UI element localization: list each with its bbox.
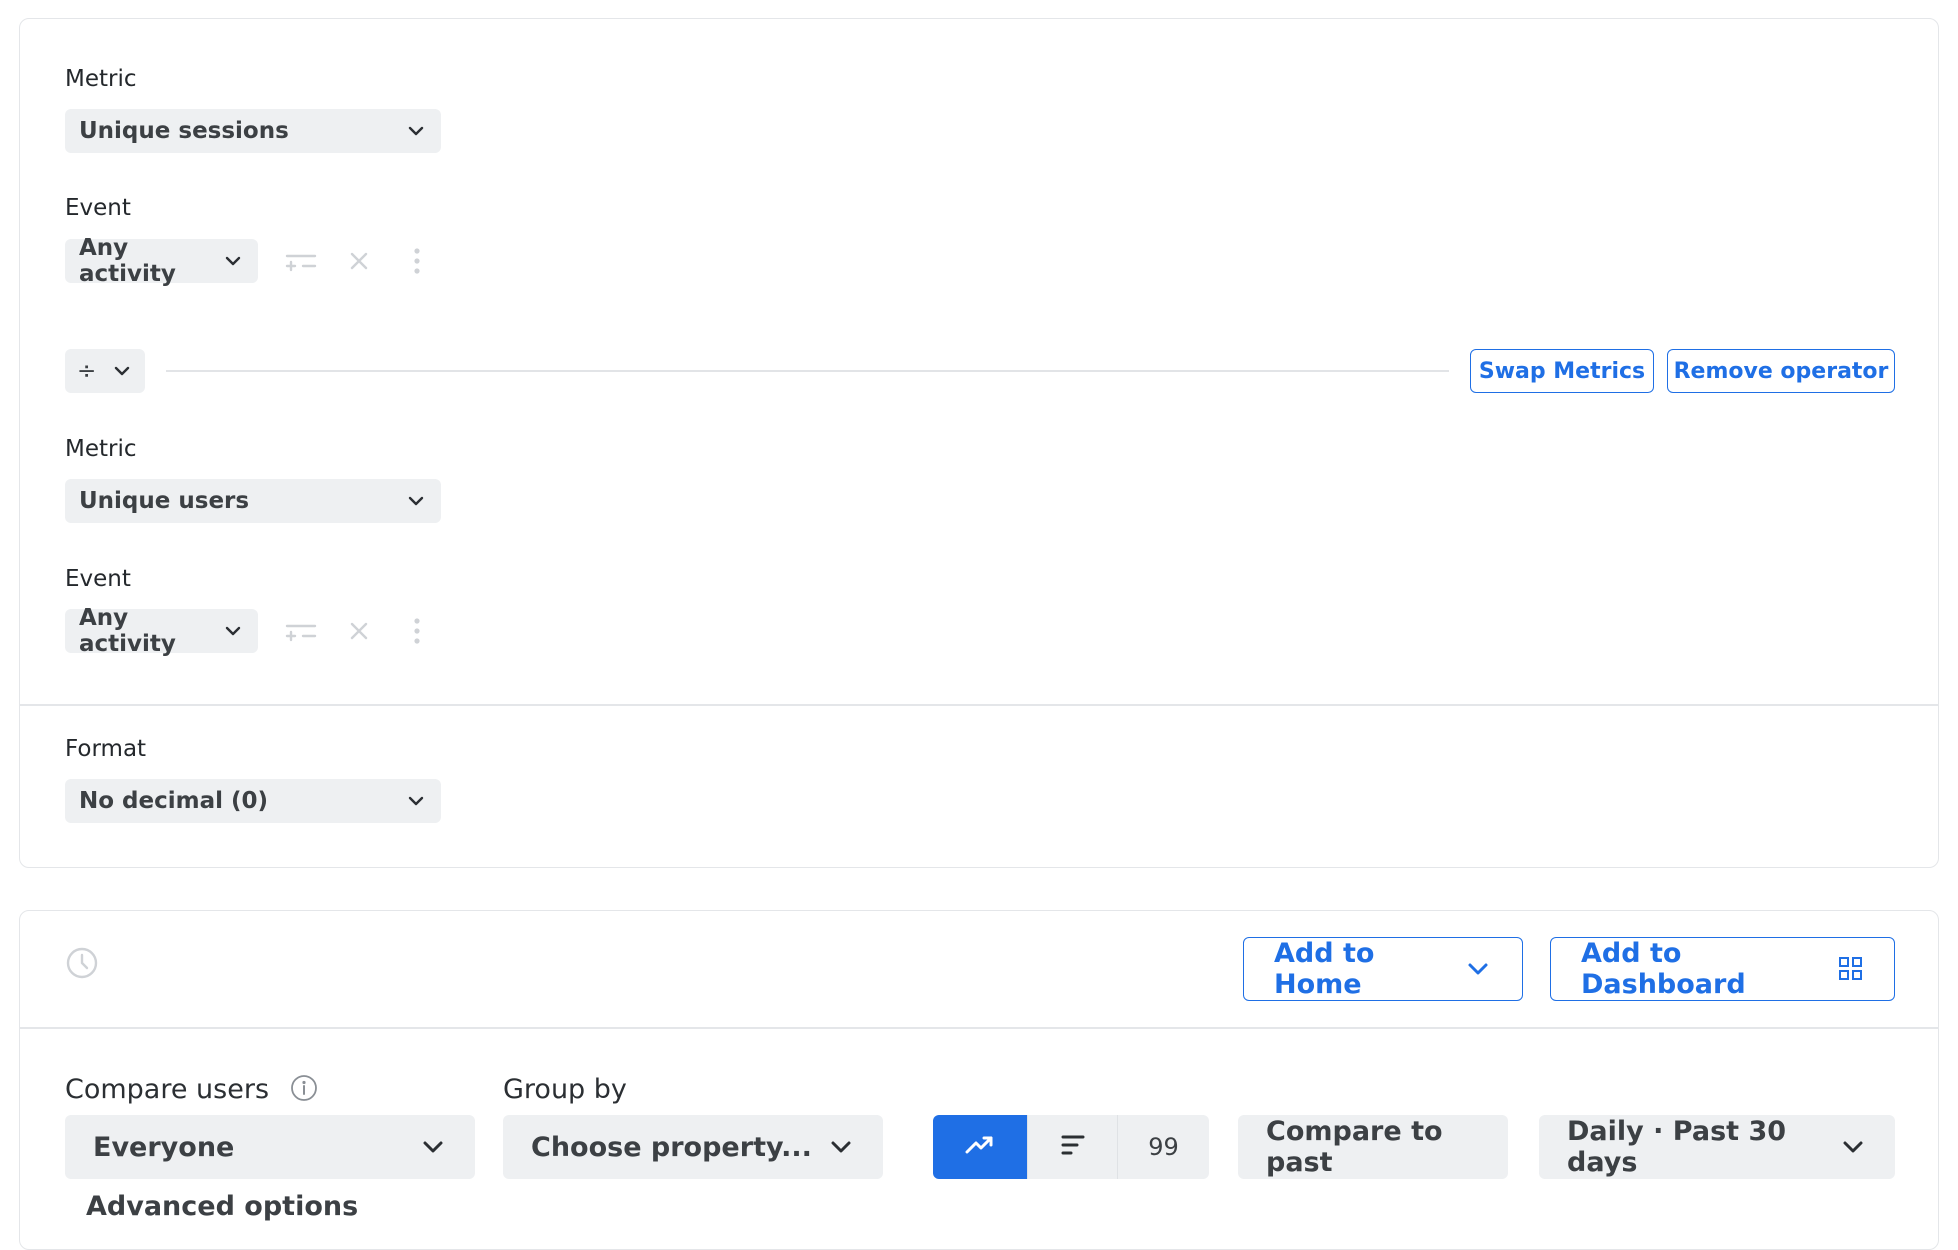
add-to-home-button[interactable]: Add to Home: [1243, 937, 1523, 1001]
metric-select[interactable]: Unique sessions: [65, 109, 441, 153]
chevron-down-icon: [405, 490, 427, 512]
chevron-down-icon: [405, 120, 427, 142]
formula-panel: Metric Unique sessions Event Any activit…: [19, 18, 1939, 868]
event-select-value: Any activity: [79, 235, 176, 287]
add-to-dashboard-button[interactable]: Add to Dashboard: [1550, 937, 1895, 1001]
group-by-placeholder: Choose property...: [531, 1131, 812, 1163]
add-to-home-label: Add to Home: [1274, 938, 1375, 1000]
bar-list-view-button[interactable]: [1027, 1115, 1117, 1179]
operator-symbol: ÷: [77, 358, 97, 384]
operator-divider: [166, 370, 1449, 372]
metric-select-value: Unique sessions: [79, 118, 289, 144]
line-chart-icon: [964, 1133, 996, 1161]
close-icon[interactable]: [342, 614, 376, 648]
swap-metrics-button[interactable]: Swap Metrics: [1470, 349, 1654, 393]
format-select[interactable]: No decimal (0): [65, 779, 441, 823]
dashboard-grid-icon: [1838, 956, 1864, 982]
operator-select[interactable]: ÷: [65, 349, 145, 393]
event-select[interactable]: Any activity: [65, 235, 258, 287]
event-label: Event: [65, 566, 131, 592]
format-label: Format: [65, 736, 147, 762]
chevron-down-icon: [222, 250, 244, 272]
compare-to-past-button[interactable]: Compare to past: [1238, 1115, 1508, 1179]
bar-list-icon: [1060, 1134, 1086, 1160]
add-filter-icon[interactable]: [284, 244, 318, 278]
advanced-options-link[interactable]: Advanced options: [86, 1191, 358, 1222]
chart-controls-panel: Add to Home Add to Dashboard Compare use…: [19, 910, 1939, 1250]
format-select-value: No decimal (0): [79, 788, 269, 814]
group-by-label: Group by: [503, 1074, 627, 1105]
metric-select[interactable]: Unique users: [65, 479, 441, 523]
compare-users-select[interactable]: Everyone: [65, 1115, 475, 1179]
more-options-icon[interactable]: [400, 614, 434, 648]
chevron-down-icon: [1464, 955, 1492, 983]
compare-users-value: Everyone: [93, 1131, 235, 1163]
close-icon[interactable]: [342, 244, 376, 278]
number-view-label: 99: [1148, 1133, 1179, 1161]
compare-users-label: Compare users: [65, 1074, 318, 1110]
number-view-button[interactable]: 99: [1117, 1115, 1209, 1179]
metric-label: Metric: [65, 66, 137, 92]
add-filter-icon[interactable]: [284, 614, 318, 648]
chevron-down-icon: [419, 1133, 447, 1161]
section-divider: [20, 704, 1938, 706]
date-range-select[interactable]: Daily · Past 30 days: [1539, 1115, 1895, 1179]
chevron-down-icon: [111, 360, 133, 382]
more-options-icon[interactable]: [400, 244, 434, 278]
event-select[interactable]: Any activity: [65, 605, 258, 657]
metric-label: Metric: [65, 436, 137, 462]
chevron-down-icon: [827, 1133, 855, 1161]
event-label: Event: [65, 195, 131, 221]
remove-operator-button[interactable]: Remove operator: [1667, 349, 1895, 393]
group-by-select[interactable]: Choose property...: [503, 1115, 883, 1179]
info-icon[interactable]: [290, 1074, 318, 1110]
chevron-down-icon: [405, 790, 427, 812]
clock-icon[interactable]: [64, 945, 100, 981]
chevron-down-icon: [222, 620, 244, 642]
add-to-dashboard-label: Add to Dashboard: [1581, 938, 1746, 1000]
line-chart-view-button[interactable]: [933, 1115, 1027, 1179]
metric-select-value: Unique users: [79, 488, 250, 514]
date-range-value: Daily · Past 30 days: [1567, 1116, 1787, 1178]
compare-to-past-label: Compare to past: [1266, 1116, 1443, 1178]
event-select-value: Any activity: [79, 605, 176, 657]
toolbar-divider: [20, 1027, 1938, 1029]
chevron-down-icon: [1839, 1133, 1867, 1161]
